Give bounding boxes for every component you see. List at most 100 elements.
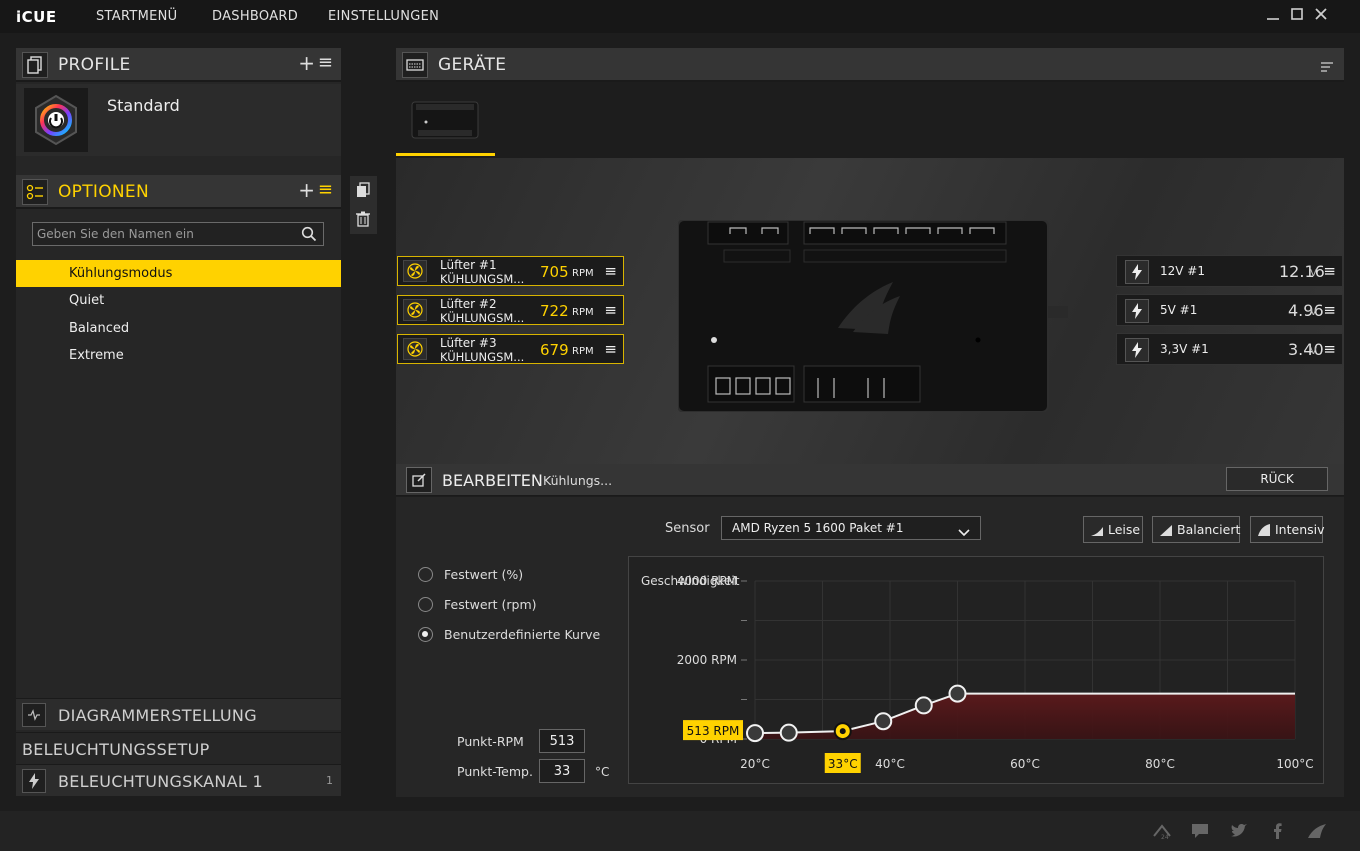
nav-dashboard[interactable]: DASHBOARD — [212, 9, 298, 24]
mode-custom-curve-radio[interactable] — [418, 627, 433, 642]
voltage-value: 4.96 — [1288, 301, 1324, 320]
profile-header: PROFILE + ≡ — [16, 48, 341, 82]
curve-quiet-icon — [1091, 527, 1103, 536]
fan-icon — [403, 260, 427, 282]
lighting-setup-section[interactable]: BELEUCHTUNGSSETUP — [16, 732, 341, 764]
fan-rpm: 679 — [540, 341, 569, 359]
voltage-row-3v3[interactable]: 3,3V #1 3.40 V ≡ — [1116, 333, 1343, 365]
lightning-icon — [1125, 260, 1149, 284]
fan-row-3[interactable]: Lüfter #3 KÜHLUNGSM... 679 RPM ≡ — [397, 334, 624, 364]
option-item-kuehlungsmodus[interactable]: Kühlungsmodus — [16, 260, 341, 287]
voltage-name: 3,3V #1 — [1160, 342, 1209, 356]
fan-curve-svg[interactable]: Geschwindigkeit4000 RPM2000 RPM0 RPM20°C… — [629, 557, 1325, 785]
chat-icon[interactable] — [1190, 822, 1210, 840]
close-icon[interactable] — [1312, 7, 1330, 25]
devices-sort-icon[interactable] — [1320, 58, 1334, 77]
edit-icon — [406, 467, 432, 493]
curve-point[interactable] — [746, 724, 764, 743]
option-item-quiet[interactable]: Quiet — [16, 287, 341, 314]
profile-avatar — [24, 88, 88, 152]
fan-rpm-unit: RPM — [572, 307, 594, 318]
curve-point[interactable] — [874, 712, 893, 731]
voltage-name: 5V #1 — [1160, 303, 1198, 317]
preset-label: Intensiv — [1275, 522, 1325, 537]
options-menu-icon[interactable]: ≡ — [318, 179, 333, 200]
preset-label: Balanciert — [1177, 522, 1241, 537]
fan-menu-icon[interactable]: ≡ — [604, 301, 617, 319]
curve-point[interactable] — [948, 684, 967, 703]
minimize-icon[interactable] — [1264, 7, 1282, 25]
point-temp-label: Punkt-Temp. — [457, 764, 533, 779]
lightning-icon — [1125, 299, 1149, 323]
nav-settings[interactable]: EINSTELLUNGEN — [328, 9, 439, 24]
fan-name: Lüfter #1 — [440, 258, 497, 272]
search-box — [32, 222, 324, 246]
option-item-balanced[interactable]: Balanced — [16, 315, 341, 342]
twitter-icon[interactable] — [1229, 822, 1249, 840]
voltage-row-5v[interactable]: 5V #1 4.96 V ≡ — [1116, 294, 1343, 326]
fan-menu-icon[interactable]: ≡ — [604, 262, 617, 280]
curve-point[interactable] — [914, 696, 933, 715]
device-thumbnail-commander[interactable] — [396, 90, 495, 158]
x-tick-label: 60°C — [1010, 757, 1040, 771]
lighting-channel-label: BELEUCHTUNGSKANAL 1 — [58, 772, 263, 791]
devices-header: GERÄTE — [396, 48, 1344, 82]
voltage-row-12v[interactable]: 12V #1 12.16 V ≡ — [1116, 255, 1343, 287]
x-tick-label: 100°C — [1276, 757, 1313, 771]
diagram-label: DIAGRAMMERSTELLUNG — [58, 706, 257, 725]
corsair-logo-icon[interactable] — [1306, 822, 1326, 840]
preset-balanced-button[interactable]: Balanciert — [1152, 516, 1240, 543]
profile-item[interactable]: Standard — [16, 84, 341, 156]
device-thumbnail-indicator — [396, 153, 495, 156]
app-logo: iCUE — [16, 8, 57, 26]
preset-leise-button[interactable]: Leise — [1083, 516, 1143, 543]
facebook-icon[interactable] — [1268, 822, 1288, 840]
preset-intensive-button[interactable]: Intensiv — [1250, 516, 1325, 543]
chevron-down-icon — [958, 523, 970, 542]
mode-fixed-rpm-radio[interactable] — [418, 597, 433, 612]
copy-icon[interactable] — [356, 182, 370, 202]
mode-custom-curve-label: Benutzerdefinierte Kurve — [444, 627, 601, 642]
fan-menu-icon[interactable]: ≡ — [604, 340, 617, 358]
fan-rpm: 705 — [540, 263, 569, 281]
profile-menu-icon[interactable]: ≡ — [318, 52, 333, 73]
fan-curve-chart[interactable]: Geschwindigkeit4000 RPM2000 RPM0 RPM20°C… — [628, 556, 1324, 784]
fan-icon — [403, 299, 427, 321]
voltage-menu-icon[interactable]: ≡ — [1323, 301, 1336, 319]
options-title: OPTIONEN — [58, 182, 149, 202]
curve-point-center — [839, 728, 846, 735]
corsair-one-icon[interactable]: 24 — [1152, 822, 1172, 841]
add-profile-button[interactable]: + — [298, 51, 315, 75]
devices-title: GERÄTE — [438, 55, 507, 75]
voltage-menu-icon[interactable]: ≡ — [1323, 262, 1336, 280]
fan-rpm-unit: RPM — [572, 346, 594, 357]
point-temp-input[interactable] — [539, 759, 585, 783]
voltage-menu-icon[interactable]: ≡ — [1323, 340, 1336, 358]
voltage-unit: V — [1310, 268, 1317, 279]
maximize-icon[interactable] — [1288, 7, 1306, 25]
diagram-icon — [22, 703, 46, 727]
fan-row-2[interactable]: Lüfter #2 KÜHLUNGSM... 722 RPM ≡ — [397, 295, 624, 325]
lighting-channel-section[interactable]: BELEUCHTUNGSKANAL 1 1 — [16, 764, 341, 796]
preset-label: Leise — [1108, 522, 1141, 537]
lighting-setup-label: BELEUCHTUNGSSETUP — [22, 740, 210, 759]
profile-title: PROFILE — [58, 55, 131, 75]
fan-mode: KÜHLUNGSM... — [440, 311, 525, 325]
add-option-button[interactable]: + — [298, 178, 315, 202]
fan-row-1[interactable]: Lüfter #1 KÜHLUNGSM... 705 RPM ≡ — [397, 256, 624, 286]
nav-startmenu[interactable]: STARTMENÜ — [96, 9, 177, 24]
mode-fixed-percent-radio[interactable] — [418, 567, 433, 582]
back-button[interactable]: RÜCK — [1226, 467, 1328, 491]
curve-point[interactable] — [779, 723, 798, 742]
search-input[interactable] — [37, 226, 292, 242]
voltage-name: 12V #1 — [1160, 264, 1205, 278]
sensor-select[interactable]: AMD Ryzen 5 1600 Paket #1 — [721, 516, 981, 540]
voltage-unit: V — [1310, 307, 1317, 318]
diagram-section[interactable]: DIAGRAMMERSTELLUNG — [16, 698, 341, 730]
point-temp-unit: °C — [595, 765, 610, 779]
option-item-extreme[interactable]: Extreme — [16, 342, 341, 369]
point-rpm-input[interactable] — [539, 729, 585, 753]
trash-icon[interactable] — [356, 211, 370, 231]
point-rpm-label: Punkt-RPM — [457, 734, 524, 749]
search-icon[interactable] — [301, 226, 317, 242]
